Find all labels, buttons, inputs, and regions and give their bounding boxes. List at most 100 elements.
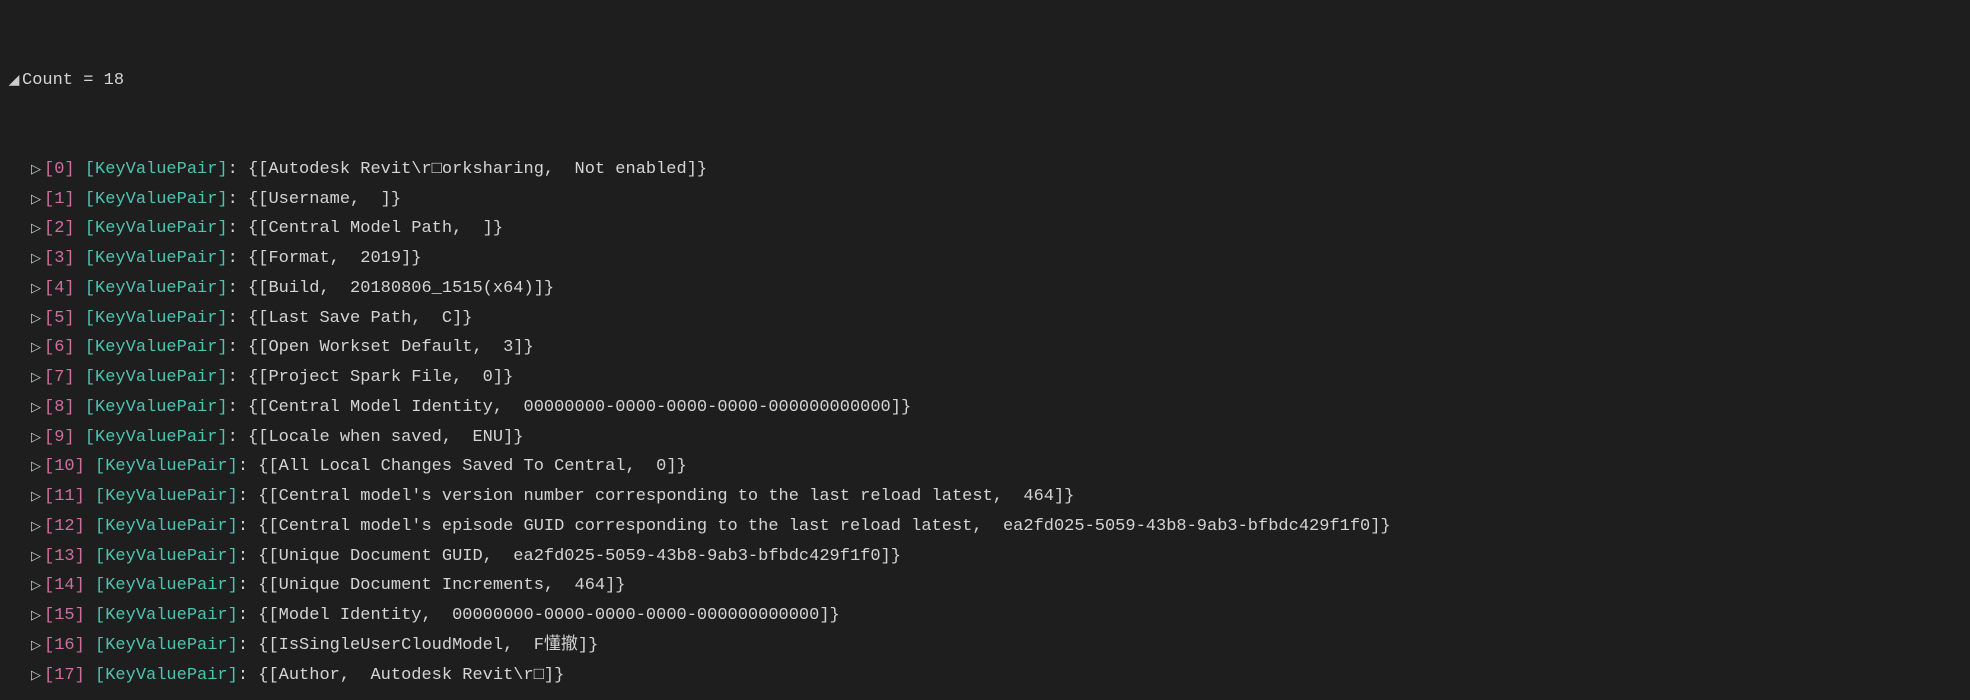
type-label: [KeyValuePair] — [85, 274, 228, 304]
pair-value: : {[Username, ]} — [228, 185, 401, 215]
list-item[interactable]: ▷[17] [KeyValuePair]: {[Author, Autodesk… — [6, 661, 1970, 691]
list-item[interactable]: ▷[7] [KeyValuePair]: {[Project Spark Fil… — [6, 363, 1970, 393]
pair-value: : {[All Local Changes Saved To Central, … — [238, 452, 687, 482]
separator — [75, 274, 85, 304]
separator — [85, 542, 95, 572]
separator — [75, 214, 85, 244]
expand-arrow-icon[interactable]: ▷ — [28, 427, 44, 450]
list-item[interactable]: ▷[8] [KeyValuePair]: {[Central Model Ide… — [6, 393, 1970, 423]
type-label: [KeyValuePair] — [85, 333, 228, 363]
list-item[interactable]: ▷[9] [KeyValuePair]: {[Locale when saved… — [6, 423, 1970, 453]
expand-arrow-icon[interactable]: ▷ — [28, 159, 44, 182]
pair-value: : {[Model Identity, 00000000-0000-0000-0… — [238, 601, 840, 631]
list-item[interactable]: ▷[5] [KeyValuePair]: {[Last Save Path, C… — [6, 304, 1970, 334]
separator — [75, 393, 85, 423]
list-item[interactable]: ▷[4] [KeyValuePair]: {[Build, 20180806_1… — [6, 274, 1970, 304]
list-item[interactable]: ▷[2] [KeyValuePair]: {[Central Model Pat… — [6, 214, 1970, 244]
separator — [75, 244, 85, 274]
type-label: [KeyValuePair] — [95, 631, 238, 661]
type-label: [KeyValuePair] — [95, 452, 238, 482]
index-label: [9] — [44, 423, 75, 453]
pair-value: : {[Last Save Path, C]} — [228, 304, 473, 334]
type-label: [KeyValuePair] — [95, 601, 238, 631]
pair-value: : {[Unique Document Increments, 464]} — [238, 571, 626, 601]
separator — [75, 185, 85, 215]
expand-arrow-icon[interactable]: ▷ — [28, 456, 44, 479]
index-label: [0] — [44, 155, 75, 185]
list-item[interactable]: ▷[1] [KeyValuePair]: {[Username, ]} — [6, 185, 1970, 215]
pair-value: : {[Central Model Identity, 00000000-000… — [228, 393, 912, 423]
expand-arrow-icon[interactable]: ▷ — [28, 605, 44, 628]
type-label: [KeyValuePair] — [85, 304, 228, 334]
expand-arrow-icon[interactable]: ▷ — [28, 278, 44, 301]
expand-arrow-icon[interactable]: ▷ — [28, 397, 44, 420]
list-item[interactable]: ▷[13] [KeyValuePair]: {[Unique Document … — [6, 542, 1970, 572]
separator — [75, 155, 85, 185]
index-label: [3] — [44, 244, 75, 274]
expand-arrow-icon[interactable]: ▷ — [28, 575, 44, 598]
expand-arrow-icon[interactable]: ▷ — [28, 308, 44, 331]
type-label: [KeyValuePair] — [85, 363, 228, 393]
type-label: [KeyValuePair] — [85, 244, 228, 274]
expand-arrow-icon[interactable]: ◢ — [6, 69, 22, 94]
expand-arrow-icon[interactable]: ▷ — [28, 546, 44, 569]
pair-value: : {[Central model's version number corre… — [238, 482, 1075, 512]
index-label: [10] — [44, 452, 85, 482]
items-container: ▷[0] [KeyValuePair]: {[Autodesk Revit\r□… — [6, 155, 1970, 691]
list-item[interactable]: ▷[3] [KeyValuePair]: {[Format, 2019]} — [6, 244, 1970, 274]
separator — [75, 304, 85, 334]
pair-value: : {[Unique Document GUID, ea2fd025-5059-… — [238, 542, 901, 572]
pair-value: : {[Project Spark File, 0]} — [228, 363, 514, 393]
pair-value: : {[Central model's episode GUID corresp… — [238, 512, 1391, 542]
separator — [85, 571, 95, 601]
separator — [85, 661, 95, 691]
type-label: [KeyValuePair] — [85, 393, 228, 423]
type-label: [KeyValuePair] — [95, 482, 238, 512]
expand-arrow-icon[interactable]: ▷ — [28, 516, 44, 539]
pair-value: : {[Build, 20180806_1515(x64)]} — [228, 274, 554, 304]
expand-arrow-icon[interactable]: ▷ — [28, 248, 44, 271]
list-item[interactable]: ▷[6] [KeyValuePair]: {[Open Workset Defa… — [6, 333, 1970, 363]
index-label: [4] — [44, 274, 75, 304]
index-label: [16] — [44, 631, 85, 661]
pair-value: : {[Autodesk Revit\r□orksharing, Not ena… — [228, 155, 707, 185]
type-label: [KeyValuePair] — [95, 512, 238, 542]
count-label: Count = 18 — [22, 66, 124, 96]
expand-arrow-icon[interactable]: ▷ — [28, 218, 44, 241]
debug-tree: ◢ Count = 18 ▷[0] [KeyValuePair]: {[Auto… — [0, 0, 1970, 700]
expand-arrow-icon[interactable]: ▷ — [28, 486, 44, 509]
separator — [85, 512, 95, 542]
index-label: [5] — [44, 304, 75, 334]
expand-arrow-icon[interactable]: ▷ — [28, 189, 44, 212]
root-row[interactable]: ◢ Count = 18 — [6, 66, 1970, 96]
index-label: [13] — [44, 542, 85, 572]
expand-arrow-icon[interactable]: ▷ — [28, 635, 44, 658]
pair-value: : {[IsSingleUserCloudModel, F懂撤]} — [238, 631, 598, 661]
expand-arrow-icon[interactable]: ▷ — [28, 367, 44, 390]
type-label: [KeyValuePair] — [95, 542, 238, 572]
index-label: [6] — [44, 333, 75, 363]
pair-value: : {[Locale when saved, ENU]} — [228, 423, 524, 453]
type-label: [KeyValuePair] — [95, 571, 238, 601]
index-label: [1] — [44, 185, 75, 215]
separator — [75, 423, 85, 453]
pair-value: : {[Central Model Path, ]} — [228, 214, 503, 244]
list-item[interactable]: ▷[16] [KeyValuePair]: {[IsSingleUserClou… — [6, 631, 1970, 661]
type-label: [KeyValuePair] — [85, 423, 228, 453]
separator — [85, 482, 95, 512]
index-label: [8] — [44, 393, 75, 423]
list-item[interactable]: ▷[14] [KeyValuePair]: {[Unique Document … — [6, 571, 1970, 601]
index-label: [17] — [44, 661, 85, 691]
list-item[interactable]: ▷[15] [KeyValuePair]: {[Model Identity, … — [6, 601, 1970, 631]
expand-arrow-icon[interactable]: ▷ — [28, 337, 44, 360]
list-item[interactable]: ▷[10] [KeyValuePair]: {[All Local Change… — [6, 452, 1970, 482]
pair-value: : {[Open Workset Default, 3]} — [228, 333, 534, 363]
list-item[interactable]: ▷[12] [KeyValuePair]: {[Central model's … — [6, 512, 1970, 542]
pair-value: : {[Format, 2019]} — [228, 244, 422, 274]
list-item[interactable]: ▷[11] [KeyValuePair]: {[Central model's … — [6, 482, 1970, 512]
list-item[interactable]: ▷[0] [KeyValuePair]: {[Autodesk Revit\r□… — [6, 155, 1970, 185]
expand-arrow-icon[interactable]: ▷ — [28, 665, 44, 688]
type-label: [KeyValuePair] — [85, 155, 228, 185]
type-label: [KeyValuePair] — [85, 185, 228, 215]
index-label: [14] — [44, 571, 85, 601]
